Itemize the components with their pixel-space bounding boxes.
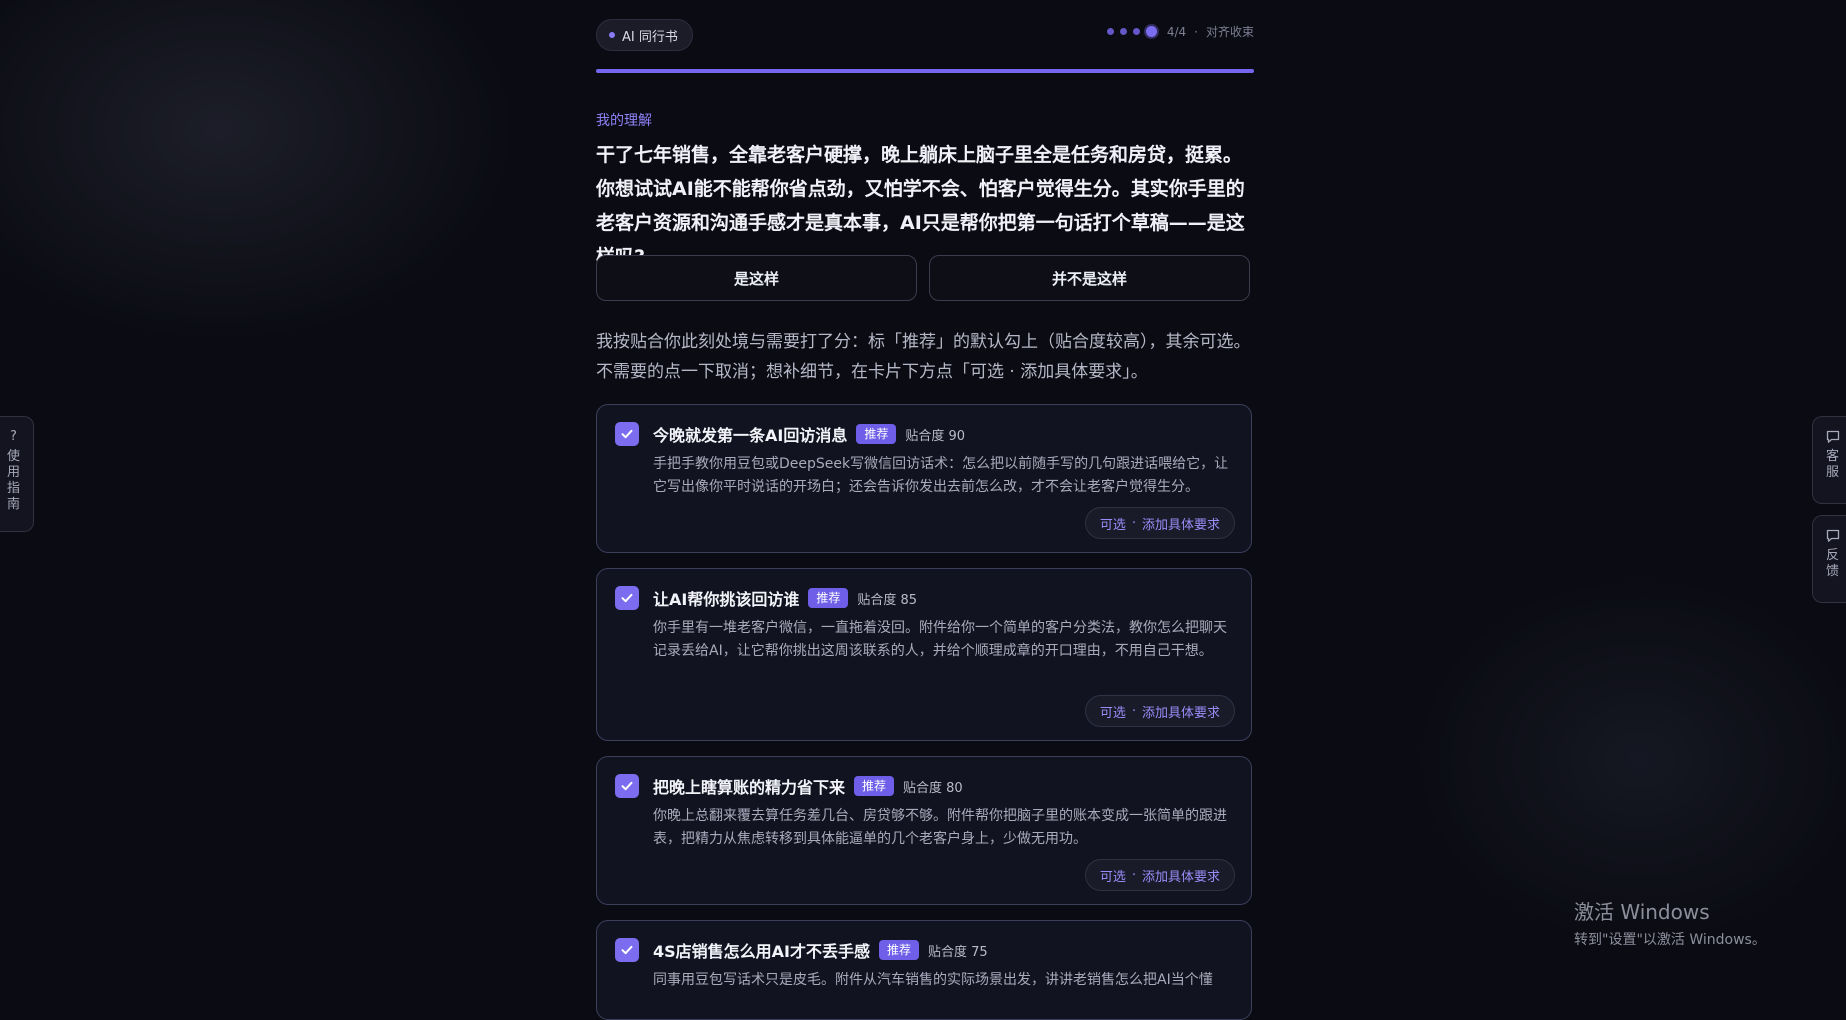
customer-service-tab[interactable]: 客 服 — [1812, 416, 1846, 504]
main-panel: AI 同行书 4/4 · 对齐收束 我的理解 干了七年销售，全靠老客户硬撑，晚上… — [596, 0, 1254, 1020]
chat-bubble-icon — [1826, 430, 1839, 443]
brand-label: AI 同行书 — [622, 29, 678, 45]
check-icon — [621, 945, 633, 955]
card-title: 今晚就发第一条AI回访消息 — [653, 426, 848, 445]
service-char: 服 — [1825, 465, 1839, 480]
card-description: 手把手教你用豆包或DeepSeek写微信回访话术：怎么把以前随手写的几句跟进话喂… — [653, 456, 1229, 495]
recommend-badge: 推荐 — [856, 424, 897, 444]
fit-score: 贴合度 75 — [928, 944, 988, 960]
guide-char: 指 — [6, 481, 20, 496]
step-count: 4/4 — [1166, 24, 1187, 39]
card-description: 你手里有一堆老客户微信，一直拖着没回。附件给你一个简单的客户分类法，教你怎么把聊… — [653, 620, 1227, 659]
checkbox-checked[interactable] — [615, 938, 639, 962]
step-dot-2-icon — [1119, 28, 1127, 35]
question-icon: ? — [10, 429, 17, 444]
watermark-title: 激活 Windows — [1574, 900, 1710, 924]
add-requirement-button[interactable]: 可选 · 添加具体要求 — [1084, 507, 1235, 539]
guide-char: 用 — [6, 465, 20, 480]
instructions-text: 我按贴合你此刻处境与需要打了分：标「推荐」的默认勾上（贴合度较高），其余可选。不… — [596, 332, 1251, 382]
optional-label: 可选 — [1099, 517, 1126, 533]
checkbox-checked[interactable] — [615, 422, 639, 446]
card-description: 你晚上总翻来覆去算任务差几台、房贷够不够。附件帮你把脑子里的账本变成一张简单的跟… — [653, 808, 1227, 847]
step-dot-1-icon — [1106, 28, 1114, 35]
add-requirement-label: 添加具体要求 — [1141, 869, 1220, 885]
understanding-text: 干了七年销售，全靠老客户硬撑，晚上躺床上脑子里全是任务和房贷，挺累。你想试试AI… — [596, 144, 1245, 268]
windows-activation-watermark: 激活 Windows 转到"设置"以激活 Windows。 — [1574, 896, 1766, 949]
section-label: 我的理解 — [596, 113, 652, 129]
recommend-badge: 推荐 — [879, 940, 920, 960]
recommend-badge: 推荐 — [808, 588, 849, 608]
add-requirement-label: 添加具体要求 — [1141, 517, 1220, 533]
watermark-subtitle: 转到"设置"以激活 Windows。 — [1574, 932, 1766, 948]
step-separator: · — [1194, 24, 1198, 39]
checkbox-checked[interactable] — [615, 586, 639, 610]
option-card[interactable]: 4S店销售怎么用AI才不丢手感 推荐 贴合度 75 同事用豆包写话术只是皮毛。附… — [596, 920, 1252, 1020]
step-dot-3-icon — [1132, 28, 1140, 35]
option-card[interactable]: 把晚上瞎算账的精力省下来 推荐 贴合度 80 你晚上总翻来覆去算任务差几台、房贷… — [596, 756, 1252, 905]
check-icon — [621, 781, 633, 791]
card-title: 把晚上瞎算账的精力省下来 — [653, 778, 846, 797]
optional-separator: · — [1131, 867, 1136, 883]
option-card[interactable]: 让AI帮你挑该回访谁 推荐 贴合度 85 你手里有一堆老客户微信，一直拖着没回。… — [596, 568, 1252, 741]
step-indicator: 4/4 · 对齐收束 — [1106, 23, 1254, 40]
optional-separator: · — [1131, 515, 1136, 531]
fit-score: 贴合度 90 — [905, 428, 966, 444]
optional-label: 可选 — [1099, 869, 1126, 885]
check-icon — [621, 593, 633, 603]
add-requirement-label: 添加具体要求 — [1141, 705, 1220, 721]
check-icon — [621, 429, 633, 439]
feedback-tab[interactable]: 反 馈 — [1812, 515, 1846, 603]
service-char: 客 — [1825, 449, 1839, 464]
fit-score: 贴合度 85 — [857, 592, 918, 608]
add-requirement-button[interactable]: 可选 · 添加具体要求 — [1084, 695, 1235, 727]
fit-score: 贴合度 80 — [903, 780, 963, 796]
usage-guide-tab[interactable]: ? 使 用 指 南 — [0, 416, 34, 532]
add-requirement-button[interactable]: 可选 · 添加具体要求 — [1084, 859, 1235, 891]
chat-bubble-icon — [1826, 529, 1839, 542]
recommend-badge: 推荐 — [854, 776, 895, 796]
card-description: 同事用豆包写话术只是皮毛。附件从汽车销售的实际场景出发，讲讲老销售怎么把AI当个… — [653, 972, 1213, 988]
card-title: 让AI帮你挑该回访谁 — [653, 590, 800, 609]
brand-pill[interactable]: AI 同行书 — [596, 19, 693, 51]
checkbox-checked[interactable] — [615, 774, 639, 798]
guide-char: 南 — [6, 497, 20, 512]
option-card[interactable]: 今晚就发第一条AI回访消息 推荐 贴合度 90 手把手教你用豆包或DeepSee… — [596, 404, 1252, 553]
card-title: 4S店销售怎么用AI才不丢手感 — [653, 942, 870, 961]
progress-bar — [596, 69, 1254, 73]
step-label: 对齐收束 — [1205, 25, 1254, 39]
optional-label: 可选 — [1099, 705, 1126, 721]
step-dot-4-icon — [1145, 26, 1157, 37]
feedback-char: 馈 — [1825, 564, 1839, 579]
guide-char: 使 — [6, 449, 20, 464]
brand-dot-icon — [609, 32, 615, 38]
feedback-char: 反 — [1825, 548, 1839, 563]
confirm-yes-button[interactable]: 是这样 — [596, 255, 917, 301]
confirm-no-button[interactable]: 并不是这样 — [929, 255, 1250, 301]
optional-separator: · — [1131, 703, 1136, 719]
